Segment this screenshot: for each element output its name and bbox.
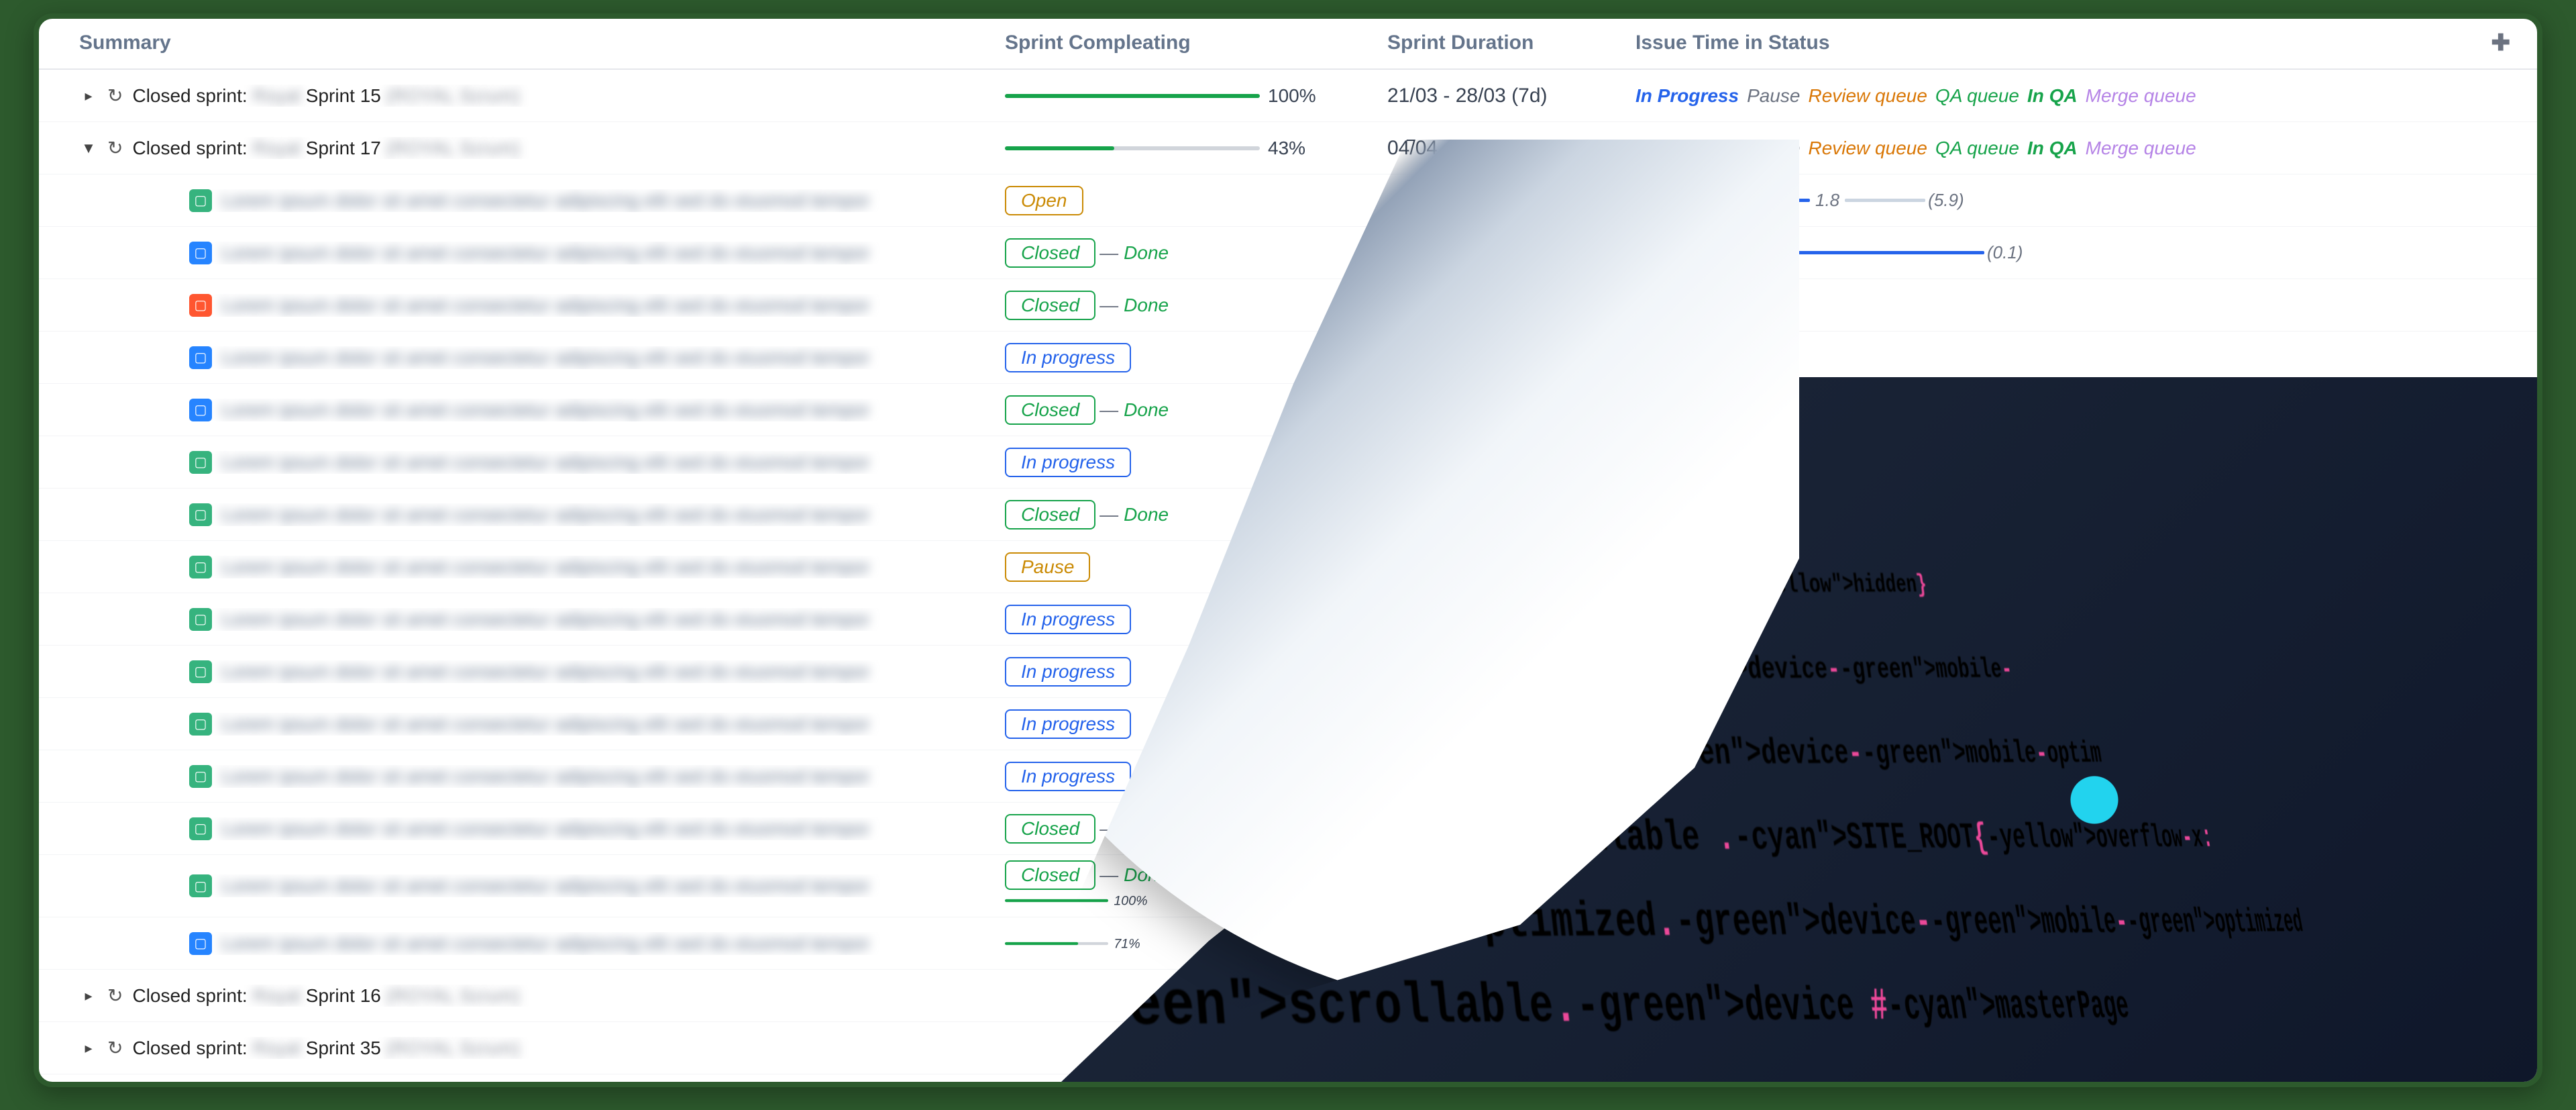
sprint-row[interactable]: ▸ ↻ Closed sprint: Royal Sprint 15 (ROYA…	[39, 70, 2537, 122]
sprint-title: Closed sprint: Royal Sprint 15 (ROYAL Sc…	[132, 85, 519, 107]
issue-title: Lorem ipsum dolor sit amet consectetur a…	[221, 766, 1005, 787]
issue-type-icon: ▢	[189, 503, 212, 526]
expand-toggle-icon[interactable]: ▸	[79, 87, 98, 105]
sprint-progress: 100%	[1005, 85, 1387, 107]
issue-type-icon: ▢	[189, 817, 212, 840]
col-sprint-completing[interactable]: Sprint Compleating	[1005, 32, 1387, 54]
issue-row[interactable]: ▢ Lorem ipsum dolor sit amet consectetur…	[39, 174, 2537, 227]
status-pill: Closed	[1005, 860, 1095, 890]
issue-type-icon: ▢	[189, 346, 212, 369]
issue-title: Lorem ipsum dolor sit amet consectetur a…	[221, 818, 1005, 840]
issue-type-icon: ▢	[189, 932, 212, 955]
issue-title: Lorem ipsum dolor sit amet consectetur a…	[221, 875, 1005, 897]
issue-title: Lorem ipsum dolor sit amet consectetur a…	[221, 609, 1005, 630]
sprint-title: Closed sprint: Royal Sprint 16 (ROYAL Sc…	[132, 985, 519, 1007]
issue-type-icon: ▢	[189, 189, 212, 212]
sprint-duration: 04/04 - 11/04	[1387, 137, 1635, 160]
time-in-status-bar: (0.1)	[1635, 242, 2510, 263]
resolution-label: Done	[1124, 295, 1169, 315]
status-pill: Closed	[1005, 238, 1095, 268]
sprint-cycle-icon: ↻	[107, 985, 123, 1007]
issue-title: Lorem ipsum dolor sit amet consectetur a…	[221, 452, 1005, 473]
col-summary[interactable]: Summary	[79, 32, 1005, 54]
status-pill: In progress	[1005, 343, 1131, 372]
issue-status-cell: In progress	[1005, 448, 1387, 477]
issue-status-cell: Closed—Done	[1005, 814, 1387, 844]
issue-type-icon: ▢	[189, 874, 212, 897]
issue-title: Lorem ipsum dolor sit amet consectetur a…	[221, 713, 1005, 735]
issue-title: Lorem ipsum dolor sit amet consectetur a…	[221, 347, 1005, 368]
issue-status-cell: In progress	[1005, 762, 1387, 791]
status-trail: In ProgressPauseReview queueQA queueIn Q…	[1635, 85, 2510, 107]
status-pill: Closed	[1005, 814, 1095, 844]
issue-status-cell: Open	[1005, 186, 1387, 215]
sprint-cycle-icon: ↻	[107, 137, 123, 159]
status-pill: In progress	[1005, 605, 1131, 634]
sprint-cycle-icon: ↻	[107, 85, 123, 107]
issue-status-cell: Closed—Done	[1005, 291, 1387, 320]
resolution-label: Done	[1124, 399, 1169, 420]
issue-status-cell: In progress	[1005, 657, 1387, 687]
issue-status-cell: Closed—Done	[1005, 395, 1387, 425]
issue-row[interactable]: ▢ Lorem ipsum dolor sit amet consectetur…	[39, 332, 2537, 384]
column-header-row: Summary Sprint Compleating Sprint Durati…	[39, 19, 2537, 70]
resolution-label: Done	[1124, 242, 1169, 263]
issue-type-icon: ▢	[189, 242, 212, 264]
status-pill: Closed	[1005, 395, 1095, 425]
issue-title: Lorem ipsum dolor sit amet consectetur a…	[221, 661, 1005, 683]
status-pill: In progress	[1005, 709, 1131, 739]
expand-toggle-icon[interactable]: ▸	[79, 1040, 98, 1057]
issue-status-cell: In progress	[1005, 709, 1387, 739]
issue-title: Lorem ipsum dolor sit amet consectetur a…	[221, 190, 1005, 211]
status-trail: In ProgressPauseReview queueQA queueIn Q…	[1635, 138, 2510, 159]
issue-row[interactable]: ▢ Lorem ipsum dolor sit amet consectetur…	[39, 227, 2537, 279]
time-in-status-bar: 1.8 (5.9)	[1635, 190, 2510, 211]
issue-type-icon: ▢	[189, 294, 212, 317]
issue-type-icon: ▢	[189, 660, 212, 683]
sprint-row[interactable]: ▼ ↻ Closed sprint: Royal Sprint 17 (ROYA…	[39, 122, 2537, 174]
resolution-label: Done	[1124, 818, 1169, 839]
issue-status-cell: In progress	[1005, 343, 1387, 372]
expand-toggle-icon[interactable]: ▸	[79, 987, 98, 1005]
sprint-duration: 21/03 - 28/03 (7d)	[1387, 85, 1635, 107]
issue-type-icon: ▢	[189, 608, 212, 631]
report-panel: Summary Sprint Compleating Sprint Durati…	[34, 13, 2542, 1087]
issue-title: Lorem ipsum dolor sit amet consectetur a…	[221, 504, 1005, 525]
status-pill: Open	[1005, 186, 1083, 215]
sprint-cycle-icon: ↻	[107, 1037, 123, 1059]
issue-title: Lorem ipsum dolor sit amet consectetur a…	[221, 933, 1005, 954]
issue-title: Lorem ipsum dolor sit amet consectetur a…	[221, 242, 1005, 264]
issue-type-icon: ▢	[189, 399, 212, 421]
issue-type-icon: ▢	[189, 765, 212, 788]
status-pill: In progress	[1005, 762, 1131, 791]
code-line: -green">scrollable.-green">device #-cyan…	[1061, 968, 2133, 1046]
issue-status-cell: In progress	[1005, 605, 1387, 634]
sprint-progress: 43%	[1005, 138, 1387, 159]
issue-type-icon: ▢	[189, 713, 212, 736]
issue-status-cell: Pause	[1005, 552, 1387, 582]
issue-status-cell: Closed—Done	[1005, 238, 1387, 268]
issue-type-icon: ▢	[189, 451, 212, 474]
sprint-title: Closed sprint: Royal Sprint 35 (ROYAL Sc…	[132, 1038, 519, 1059]
status-pill: Pause	[1005, 552, 1090, 582]
issue-title: Lorem ipsum dolor sit amet consectetur a…	[221, 295, 1005, 316]
issue-title: Lorem ipsum dolor sit amet consectetur a…	[221, 399, 1005, 421]
status-pill: Closed	[1005, 500, 1095, 529]
status-pill: In progress	[1005, 448, 1131, 477]
issue-row[interactable]: ▢ Lorem ipsum dolor sit amet consectetur…	[39, 279, 2537, 332]
col-sprint-duration[interactable]: Sprint Duration	[1387, 32, 1635, 54]
issue-type-icon: ▢	[189, 556, 212, 578]
add-column-button[interactable]: ✚	[2470, 30, 2510, 56]
status-pill: Closed	[1005, 291, 1095, 320]
status-pill: In progress	[1005, 657, 1131, 687]
issue-status-cell: Closed—Done	[1005, 500, 1387, 529]
issue-title: Lorem ipsum dolor sit amet consectetur a…	[221, 556, 1005, 578]
resolution-label: Done	[1124, 864, 1169, 885]
resolution-label: Done	[1124, 504, 1169, 525]
expand-toggle-icon[interactable]: ▼	[79, 140, 98, 157]
col-issue-time[interactable]: Issue Time in Status	[1635, 32, 2470, 54]
sprint-title: Closed sprint: Royal Sprint 17 (ROYAL Sc…	[132, 138, 519, 159]
